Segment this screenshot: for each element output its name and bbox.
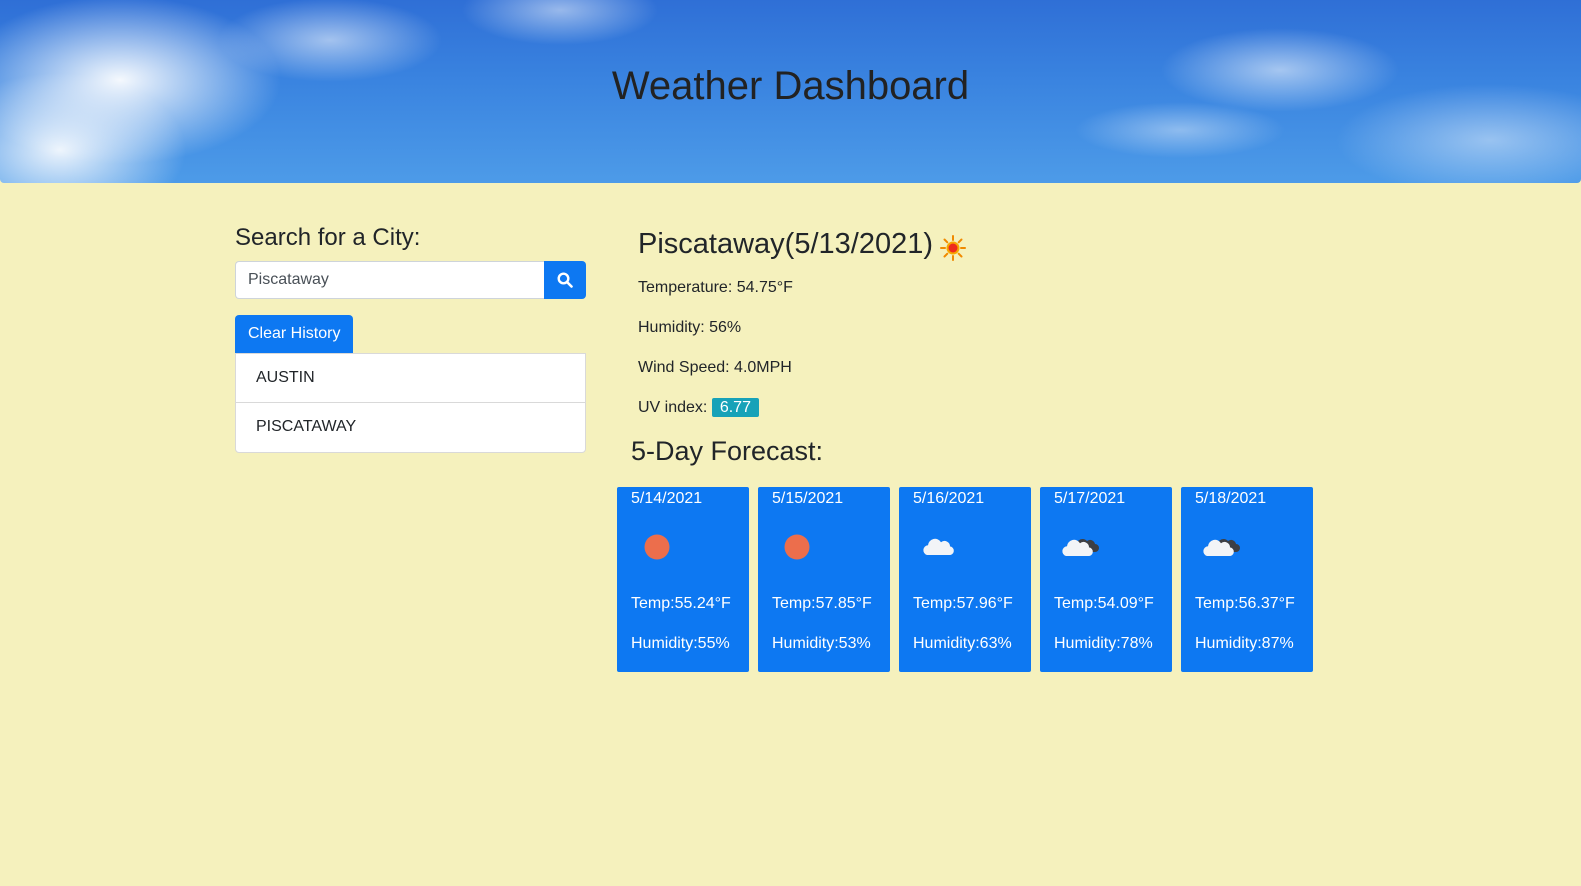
city-search-input[interactable]: [235, 261, 544, 299]
sun-icon: [784, 534, 810, 560]
forecast-temp: Temp:54.09°F: [1054, 595, 1154, 612]
uv-label: UV index:: [638, 399, 708, 416]
forecast-humidity: Humidity:55%: [631, 635, 730, 652]
current-wind-speed: Wind Speed: 4.0MPH: [638, 359, 792, 376]
search-history-list: AUSTIN PISCATAWAY: [235, 353, 586, 453]
forecast-humidity: Humidity:53%: [772, 635, 871, 652]
forecast-humidity: Humidity:78%: [1054, 635, 1153, 652]
history-item-piscataway[interactable]: PISCATAWAY: [236, 403, 585, 452]
forecast-card: 5/14/2021 Temp:55.24°F Humidity:55%: [617, 487, 749, 672]
current-uv: UV index: 6.77: [638, 398, 759, 417]
search-group: [235, 261, 586, 299]
search-button[interactable]: [544, 261, 586, 299]
forecast-date: 5/16/2021: [913, 490, 985, 507]
current-temperature: Temperature: 54.75°F: [638, 279, 793, 296]
history-item-austin[interactable]: AUSTIN: [236, 354, 585, 403]
forecast-card: 5/15/2021 Temp:57.85°F Humidity:53%: [758, 487, 890, 672]
current-humidity: Humidity: 56%: [638, 319, 742, 336]
search-icon: [557, 272, 573, 288]
forecast-date: 5/18/2021: [1195, 490, 1267, 507]
sun-icon: [644, 534, 670, 560]
current-city-title: Piscataway(5/13/2021): [638, 228, 933, 260]
forecast-card: 5/17/2021 Temp:54.09°F Humidity:78%: [1040, 487, 1172, 672]
forecast-temp: Temp:56.37°F: [1195, 595, 1295, 612]
broken-clouds-icon: [1062, 538, 1099, 557]
clear-history-button[interactable]: Clear History: [235, 315, 354, 353]
sun-icon: [940, 235, 966, 261]
forecast-temp: Temp:57.85°F: [772, 595, 872, 612]
forecast-heading: 5-Day Forecast:: [631, 436, 824, 466]
forecast-card: 5/16/2021 Temp:57.96°F Humidity:63%: [899, 487, 1031, 672]
forecast-temp: Temp:55.24°F: [631, 595, 731, 612]
header-banner: Weather Dashboard: [0, 0, 1581, 183]
forecast-humidity: Humidity:63%: [913, 635, 1012, 652]
forecast-card: 5/18/2021 Temp:56.37°F Humidity:87%: [1181, 487, 1313, 672]
page-title: Weather Dashboard: [611, 64, 970, 108]
broken-clouds-icon: [1203, 538, 1240, 557]
forecast-temp: Temp:57.96°F: [913, 595, 1013, 612]
cloud-icon: [923, 538, 954, 556]
forecast-date: 5/15/2021: [772, 490, 844, 507]
forecast-date: 5/14/2021: [631, 490, 703, 507]
forecast-humidity: Humidity:87%: [1195, 635, 1294, 652]
uv-index-badge: 6.77: [711, 398, 759, 417]
search-heading: Search for a City:: [235, 224, 421, 251]
forecast-date: 5/17/2021: [1054, 490, 1126, 507]
